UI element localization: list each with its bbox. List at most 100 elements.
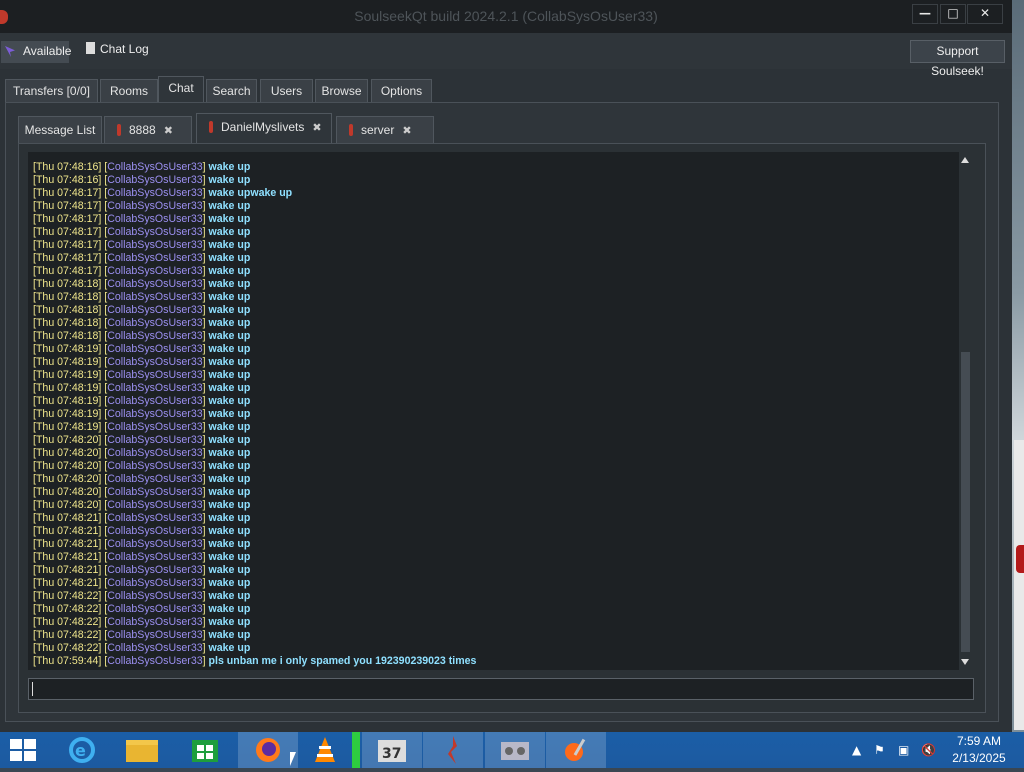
message-username[interactable]: CollabSysOsUser33	[107, 564, 202, 576]
message-username[interactable]: CollabSysOsUser33	[107, 343, 202, 355]
message-input[interactable]	[28, 678, 974, 700]
message-username[interactable]: CollabSysOsUser33	[107, 512, 202, 524]
file-explorer-icon[interactable]	[112, 732, 172, 768]
taskbar-clock[interactable]: 7:59 AM 2/13/2025	[944, 733, 1014, 767]
status-button[interactable]: Available	[1, 41, 71, 63]
maximize-button[interactable]: □	[940, 4, 966, 24]
chat-message: [Thu 07:48:22] [CollabSysOsUser33] wake …	[33, 629, 251, 641]
message-username[interactable]: CollabSysOsUser33	[107, 278, 202, 290]
message-timestamp: Thu 07:48:18	[35, 278, 99, 290]
paint-app-icon[interactable]	[546, 732, 606, 768]
chat-message: [Thu 07:48:20] [CollabSysOsUser33] wake …	[33, 460, 251, 472]
message-username[interactable]: CollabSysOsUser33	[107, 239, 202, 251]
message-username[interactable]: CollabSysOsUser33	[107, 538, 202, 550]
chat-scrollbar[interactable]	[959, 152, 972, 670]
show-hidden-icons-icon[interactable]: ▲	[852, 743, 861, 757]
tab-options[interactable]: Options	[371, 79, 432, 103]
scroll-up-arrow-icon[interactable]	[961, 157, 969, 163]
chat-message: [Thu 07:48:22] [CollabSysOsUser33] wake …	[33, 616, 251, 628]
message-username[interactable]: CollabSysOsUser33	[107, 447, 202, 459]
tab-chat-8888[interactable]: 8888 ✖	[104, 116, 192, 144]
close-button[interactable]: ✕	[967, 4, 1003, 24]
message-username[interactable]: CollabSysOsUser33	[107, 382, 202, 394]
message-username[interactable]: CollabSysOsUser33	[107, 161, 202, 173]
message-text: wake up	[208, 239, 251, 251]
tab-users[interactable]: Users	[260, 79, 313, 103]
message-username[interactable]: CollabSysOsUser33	[107, 174, 202, 186]
tab-rooms[interactable]: Rooms	[100, 79, 158, 103]
tab-chat-server[interactable]: server ✖	[336, 116, 434, 144]
chat-message: [Thu 07:48:19] [CollabSysOsUser33] wake …	[33, 395, 251, 407]
message-username[interactable]: CollabSysOsUser33	[107, 434, 202, 446]
message-username[interactable]: CollabSysOsUser33	[107, 317, 202, 329]
message-timestamp: Thu 07:48:19	[35, 421, 99, 433]
close-tab-icon[interactable]: ✖	[312, 115, 321, 141]
soulseek-taskbar-icon[interactable]	[423, 732, 483, 768]
message-username[interactable]: CollabSysOsUser33	[107, 356, 202, 368]
message-username[interactable]: CollabSysOsUser33	[107, 642, 202, 654]
tab-browse[interactable]: Browse	[315, 79, 368, 103]
close-tab-icon[interactable]: ✖	[164, 118, 173, 144]
message-username[interactable]: CollabSysOsUser33	[107, 213, 202, 225]
message-username[interactable]: CollabSysOsUser33	[107, 577, 202, 589]
message-timestamp: Thu 07:48:20	[35, 499, 99, 511]
tab-chat[interactable]: Chat	[158, 76, 204, 104]
tab-transfers[interactable]: Transfers [0/0]	[5, 79, 98, 103]
message-username[interactable]: CollabSysOsUser33	[107, 200, 202, 212]
message-username[interactable]: CollabSysOsUser33	[107, 304, 202, 316]
message-username[interactable]: CollabSysOsUser33	[107, 187, 202, 199]
message-username[interactable]: CollabSysOsUser33	[107, 369, 202, 381]
network-icon[interactable]: ▣	[898, 743, 909, 757]
message-text: wake up	[208, 330, 251, 342]
close-tab-icon[interactable]: ✖	[402, 118, 411, 144]
volume-muted-icon[interactable]: 🔇	[921, 743, 936, 757]
vlc-icon[interactable]	[295, 732, 355, 768]
window-title: SoulseekQt build 2024.2.1 (CollabSysOsUs…	[354, 8, 658, 24]
minimize-button[interactable]: —	[912, 4, 938, 24]
message-username[interactable]: CollabSysOsUser33	[107, 616, 202, 628]
media-app-icon[interactable]: 37	[362, 732, 422, 768]
support-soulseek-button[interactable]: Support Soulseek!	[910, 40, 1005, 78]
document-icon	[86, 42, 95, 54]
tab-search[interactable]: Search	[206, 79, 257, 103]
chat-log-button[interactable]: Chat Log	[86, 42, 149, 56]
message-username[interactable]: CollabSysOsUser33	[107, 330, 202, 342]
message-username[interactable]: CollabSysOsUser33	[107, 226, 202, 238]
message-username[interactable]: CollabSysOsUser33	[107, 473, 202, 485]
message-username[interactable]: CollabSysOsUser33	[107, 395, 202, 407]
message-username[interactable]: CollabSysOsUser33	[107, 486, 202, 498]
message-username[interactable]: CollabSysOsUser33	[107, 525, 202, 537]
message-timestamp: Thu 07:48:20	[35, 447, 99, 459]
chat-message: [Thu 07:48:18] [CollabSysOsUser33] wake …	[33, 317, 251, 329]
message-username[interactable]: CollabSysOsUser33	[107, 265, 202, 277]
tab-message-list[interactable]: Message List	[18, 116, 102, 144]
message-timestamp: Thu 07:48:21	[35, 564, 99, 576]
chat-tab-label: DanielMyslivets	[221, 120, 305, 134]
message-timestamp: Thu 07:48:20	[35, 460, 99, 472]
tab-chat-danielmyslivets[interactable]: DanielMyslivets ✖	[196, 113, 332, 145]
message-username[interactable]: CollabSysOsUser33	[107, 421, 202, 433]
internet-explorer-icon[interactable]: e	[52, 732, 112, 768]
message-username[interactable]: CollabSysOsUser33	[107, 291, 202, 303]
chat-history[interactable]: [Thu 07:48:16] [CollabSysOsUser33] wake …	[28, 152, 959, 670]
message-username[interactable]: CollabSysOsUser33	[107, 460, 202, 472]
action-center-flag-icon[interactable]: ⚑	[874, 743, 885, 757]
store-icon[interactable]	[175, 732, 235, 768]
scroll-thumb[interactable]	[961, 352, 970, 652]
message-username[interactable]: CollabSysOsUser33	[107, 603, 202, 615]
start-button[interactable]	[0, 732, 50, 768]
message-username[interactable]: CollabSysOsUser33	[107, 629, 202, 641]
message-username[interactable]: CollabSysOsUser33	[107, 408, 202, 420]
chat-message: [Thu 07:48:19] [CollabSysOsUser33] wake …	[33, 343, 251, 355]
message-username[interactable]: CollabSysOsUser33	[107, 655, 202, 667]
title-bar[interactable]: SoulseekQt build 2024.2.1 (CollabSysOsUs…	[0, 0, 1012, 33]
firefox-icon[interactable]	[238, 732, 298, 768]
message-username[interactable]: CollabSysOsUser33	[107, 252, 202, 264]
scroll-down-arrow-icon[interactable]	[961, 659, 969, 665]
message-timestamp: Thu 07:48:22	[35, 590, 99, 602]
message-username[interactable]: CollabSysOsUser33	[107, 590, 202, 602]
message-username[interactable]: CollabSysOsUser33	[107, 499, 202, 511]
chat-message: [Thu 07:48:19] [CollabSysOsUser33] wake …	[33, 421, 251, 433]
game-app-icon[interactable]	[485, 732, 545, 768]
message-username[interactable]: CollabSysOsUser33	[107, 551, 202, 563]
